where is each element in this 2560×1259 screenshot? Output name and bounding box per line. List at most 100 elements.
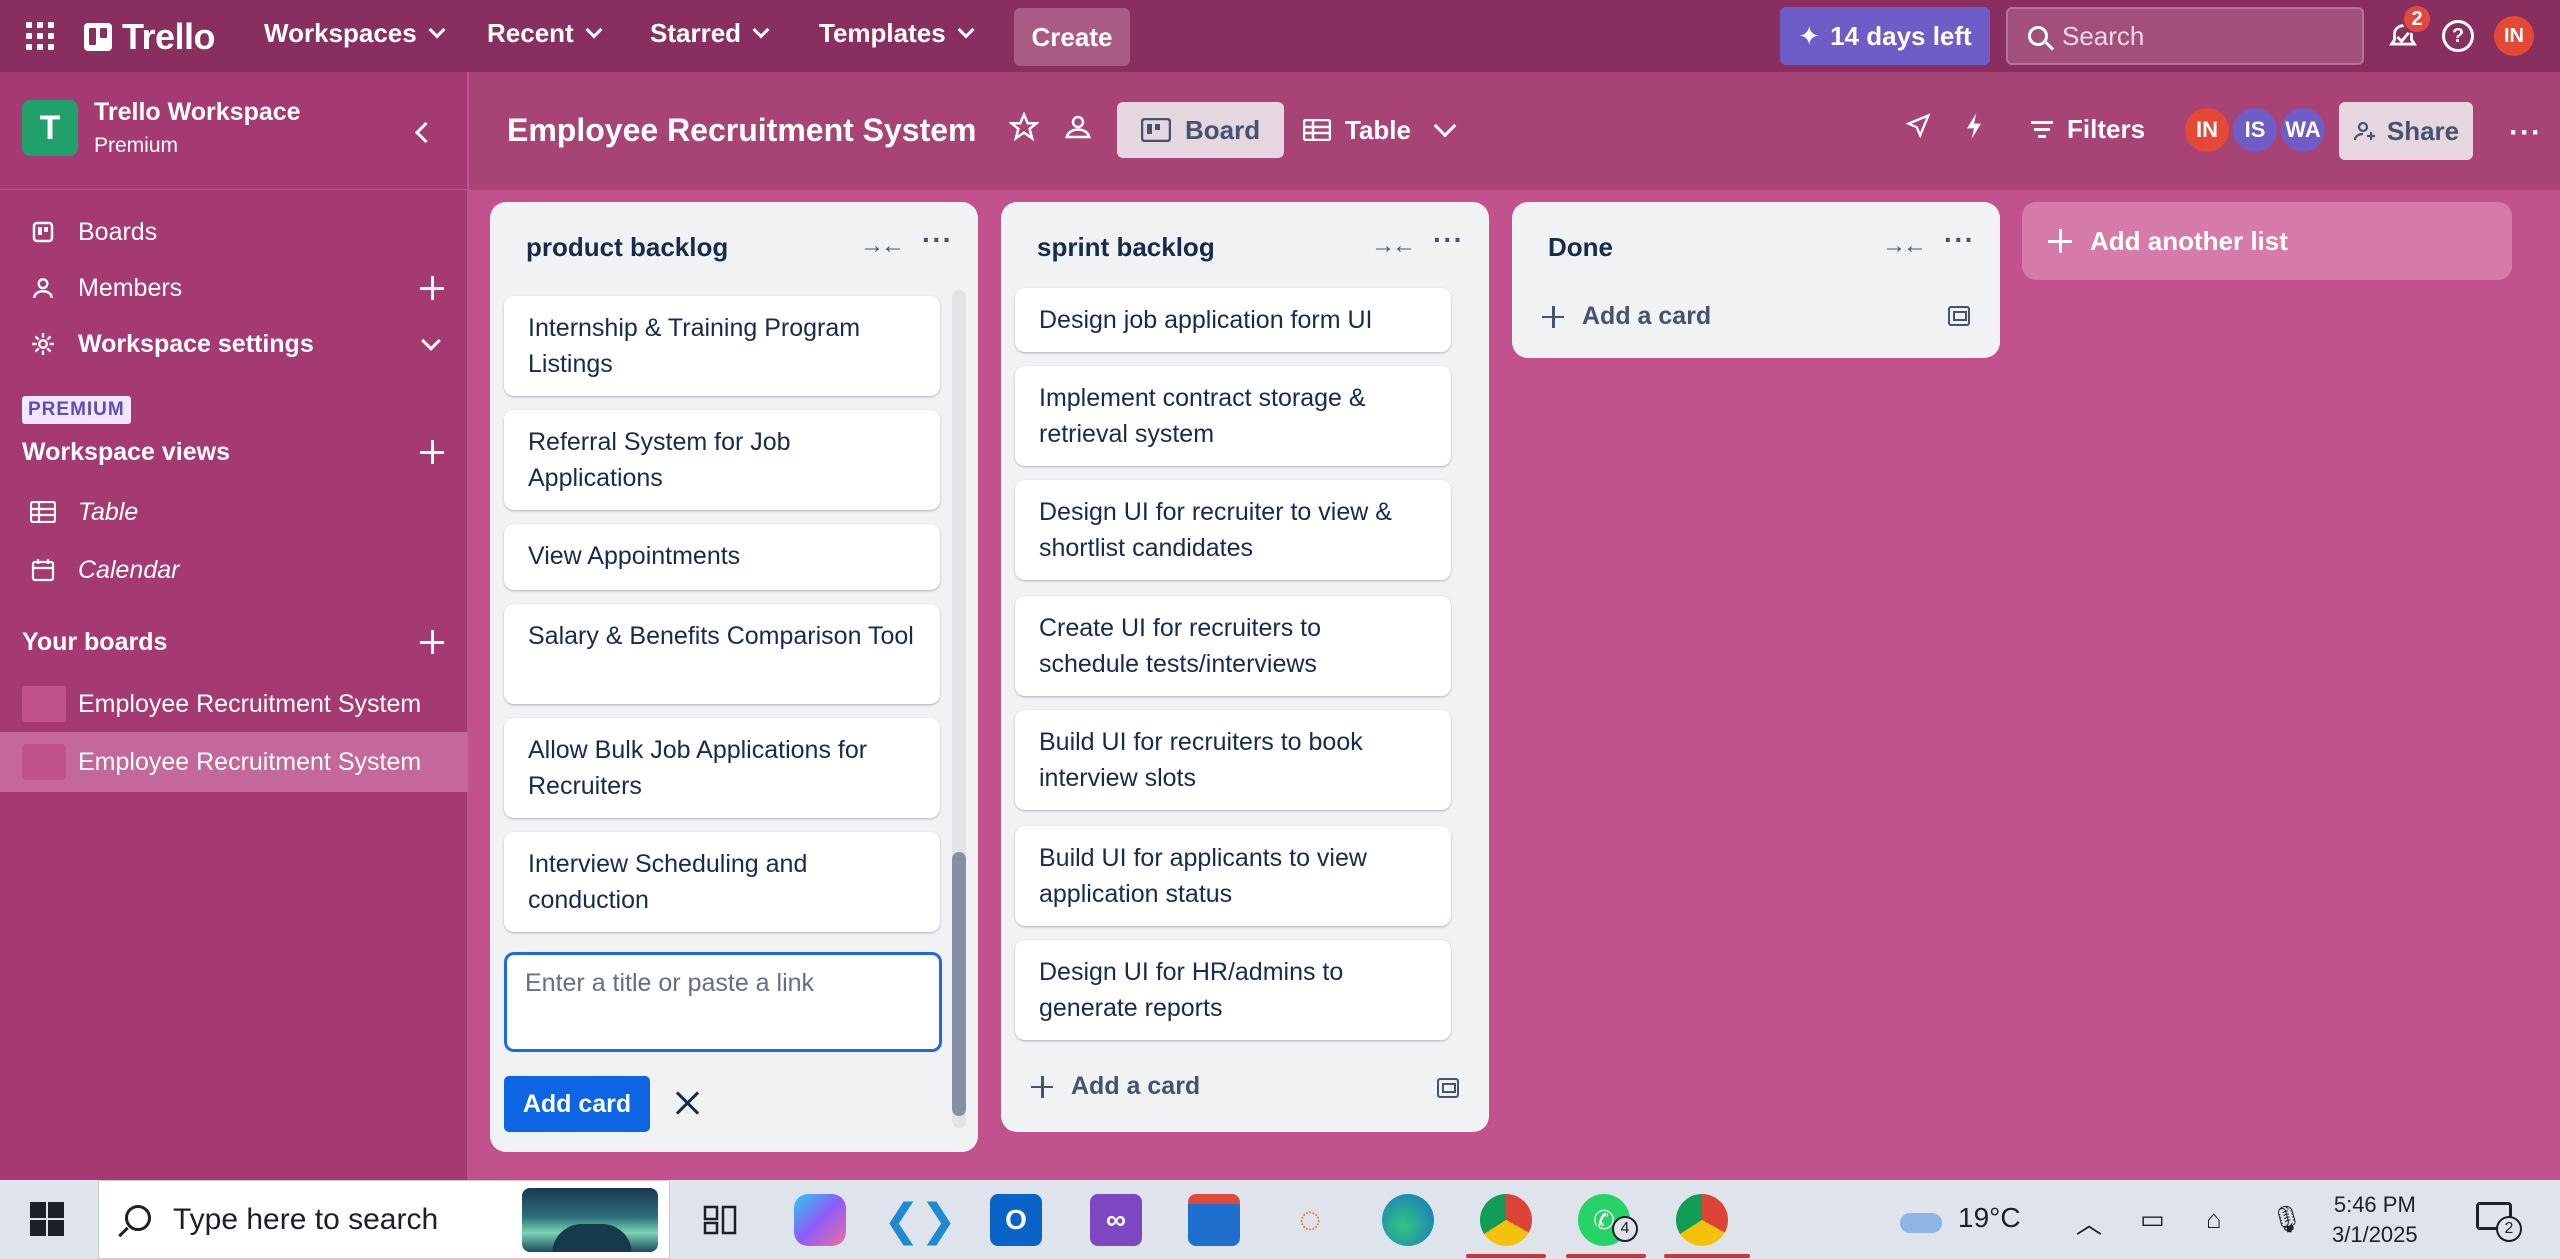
nav-recent[interactable]: Recent [487,18,603,49]
add-member-icon[interactable] [418,274,446,302]
card[interactable]: Design job application form UI [1015,288,1451,352]
jupyter-icon[interactable]: ◌ [1284,1194,1336,1246]
microphone-icon[interactable]: 🎙 [2270,1204,2303,1235]
power-ups-icon[interactable] [1905,112,1933,147]
member-avatar[interactable]: WA [2279,106,2327,154]
add-list-label: Add another list [2090,225,2288,256]
collapse-sidebar-button[interactable] [402,112,442,152]
card[interactable]: Build UI for applicants to view applicat… [1015,826,1451,926]
nav-workspaces[interactable]: Workspaces [264,18,446,49]
app-switcher-icon[interactable] [26,22,54,50]
tray-chevron-up-icon[interactable]: ︿ [2076,1204,2102,1241]
trial-button[interactable]: ✦ 14 days left [1780,7,1990,65]
star-icon[interactable] [1007,111,1041,150]
share-button[interactable]: Share [2339,102,2473,160]
new-card-title-input[interactable] [504,952,942,1052]
collapse-list-icon[interactable]: →← [1882,232,1927,260]
card-template-icon[interactable] [1948,306,1970,326]
sidebar-item-label: Boards [78,217,158,246]
card[interactable]: Internship & Training Program Listings [504,296,940,396]
task-view-icon[interactable] [694,1194,746,1246]
member-avatar[interactable]: IS [2231,106,2279,154]
network-icon[interactable]: ⌂ [2206,1204,2222,1235]
view-board-button[interactable]: Board [1117,102,1285,158]
add-board-icon[interactable] [418,628,446,656]
add-list-button[interactable]: Add another list [2022,202,2512,280]
visual-studio-icon[interactable]: ∞ [1090,1194,1142,1246]
list-menu-icon[interactable]: ··· [1944,224,1975,256]
board-title[interactable]: Employee Recruitment System [507,112,977,149]
add-card-link[interactable]: Add a card [1031,1072,1200,1101]
card[interactable]: Interview Scheduling and conduction [504,832,940,932]
card[interactable]: Salary & Benefits Comparison Tool [504,604,940,704]
list-title[interactable]: product backlog [526,232,728,263]
vscode-icon[interactable]: ❮❯ [883,1194,957,1246]
chrome-icon[interactable] [1676,1194,1728,1246]
list-menu-icon[interactable]: ··· [1433,224,1464,256]
sidebar-item-boards[interactable]: Boards [0,206,468,258]
card-template-icon[interactable] [1437,1078,1459,1098]
create-button[interactable]: Create [1014,8,1130,66]
list-scrollbar-thumb[interactable] [952,852,966,1116]
sidebar-view-calendar[interactable]: Calendar [0,544,468,596]
search-icon [125,1205,151,1231]
card[interactable]: Design UI for HR/admins to generate repo… [1015,940,1451,1040]
board-menu-icon[interactable]: ··· [2509,116,2542,150]
your-boards-row [0,616,468,668]
trello-logo-icon [84,23,112,51]
card[interactable]: Build UI for recruiters to book intervie… [1015,710,1451,810]
add-card-link[interactable]: Add a card [1542,302,1711,331]
taskbar-clock[interactable]: 5:46 PM 3/1/2025 [2332,1190,2418,1250]
card[interactable]: Referral System for Job Applications [504,410,940,510]
collapse-list-icon[interactable]: →← [1371,232,1416,260]
trello-logo[interactable]: Trello [84,16,216,58]
outlook-icon[interactable]: O [990,1194,1042,1246]
microsoft-store-icon[interactable] [1188,1194,1240,1246]
search-placeholder: Search [2062,20,2145,51]
nav-templates[interactable]: Templates [819,18,975,49]
filters-button[interactable]: Filters [2031,114,2145,145]
chevron-down-icon[interactable] [1433,114,1457,138]
sidebar-board-item-active[interactable]: Employee Recruitment System [0,732,468,792]
sidebar-board-item[interactable]: Employee Recruitment System [0,676,468,732]
add-card-button[interactable]: Add card [504,1076,650,1132]
chrome-profile-icon[interactable] [1480,1194,1532,1246]
battery-icon[interactable]: ▭ [2140,1204,2165,1235]
weather-widget[interactable]: 19°C [1896,1202,2021,1234]
taskbar-search-placeholder: Type here to search [173,1202,439,1236]
help-icon[interactable]: ? [2442,20,2474,52]
user-avatar[interactable]: IN [2494,16,2534,56]
board-icon [30,219,56,245]
collapse-list-icon[interactable]: →← [860,232,905,260]
premium-badge: PREMIUM [22,396,131,424]
sidebar-item-members[interactable]: Members [0,262,468,314]
member-avatar[interactable]: IN [2183,106,2231,154]
workspace-name[interactable]: Trello Workspace [94,98,301,127]
nav-starred[interactable]: Starred [650,18,770,49]
card[interactable]: Allow Bulk Job Applications for Recruite… [504,718,940,818]
nav-recent-label: Recent [487,18,574,48]
list-menu-icon[interactable]: ··· [922,224,953,256]
add-card-label: Add a card [1582,302,1712,330]
windows-start-icon[interactable] [30,1202,64,1236]
card[interactable]: Create UI for recruiters to schedule tes… [1015,596,1451,696]
close-icon[interactable] [670,1086,704,1120]
search-highlight-image[interactable] [522,1188,658,1252]
automation-icon[interactable] [1963,112,1985,147]
card[interactable]: Implement contract storage & retrieval s… [1015,366,1451,466]
visibility-icon[interactable] [1063,112,1099,148]
sidebar-view-table[interactable]: Table [0,486,468,538]
card[interactable]: Design UI for recruiter to view & shortl… [1015,480,1451,580]
sidebar-item-workspace-settings[interactable]: Workspace settings [0,318,468,370]
chevron-down-icon[interactable] [421,331,441,351]
edge-icon[interactable] [1382,1194,1434,1246]
add-view-icon[interactable] [418,438,446,466]
card[interactable]: View Appointments [504,524,940,590]
notification-center-icon[interactable]: 2 [2476,1198,2522,1242]
search-input[interactable]: Search [2006,7,2364,65]
list-title[interactable]: sprint backlog [1037,232,1215,263]
table-icon [30,499,56,525]
view-table-button[interactable]: Table [1279,102,1435,158]
copilot-icon[interactable] [794,1194,846,1246]
list-title[interactable]: Done [1548,232,1613,263]
